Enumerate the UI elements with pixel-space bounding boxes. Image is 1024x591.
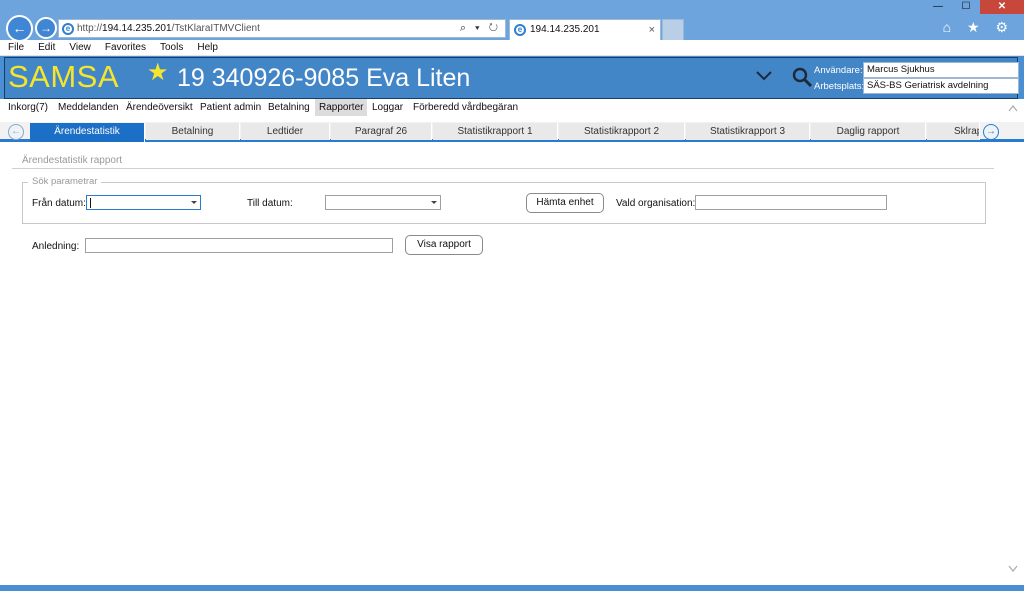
from-date-label: Från datum: [32, 198, 86, 209]
to-date-combo[interactable] [325, 195, 441, 210]
to-date-label: Till datum: [247, 198, 293, 209]
subtab-statistikrapport-3[interactable]: Statistikrapport 3 [686, 123, 810, 140]
scroll-up-icon[interactable] [1008, 104, 1018, 112]
maximize-button[interactable]: ☐ [953, 0, 979, 14]
address-tools-icons[interactable]: ⌕ ▾ ↻ [460, 20, 501, 37]
subtab-arendestatistik[interactable]: Ärendestatistik [30, 123, 145, 142]
browser-chrome: ← → e http://194.14.235.201/TstKlaraITMV… [0, 0, 1024, 42]
search-parameters-legend: Sök parametrar [28, 176, 102, 187]
user-label: Användare: [814, 65, 863, 76]
main-menu-forberedd-vardbegaran[interactable]: Förberedd vårdbegäran [409, 99, 522, 116]
user-field[interactable]: Marcus Sjukhus [863, 62, 1019, 78]
report-subtabs: ← Ärendestatistik Betalning Ledtider Par… [0, 122, 1024, 142]
from-date-combo[interactable] [86, 195, 201, 210]
address-scheme: http:// [77, 23, 103, 34]
menu-help[interactable]: Help [189, 40, 224, 55]
address-bar[interactable]: e http://194.14.235.201/TstKlaraITMVClie… [58, 19, 506, 38]
ie-icon: e [62, 23, 74, 35]
workplace-label: Arbetsplats: [814, 81, 865, 92]
browser-tab[interactable]: e 194.14.235.201 × [509, 19, 661, 40]
show-report-button[interactable]: Visa rapport [405, 235, 483, 255]
report-title: Ärendestatistik rapport [22, 155, 123, 166]
tab-ie-icon: e [514, 24, 526, 36]
chevron-down-icon[interactable] [191, 201, 197, 204]
title-divider [12, 168, 994, 169]
main-menu-meddelanden[interactable]: Meddelanden [54, 99, 123, 116]
main-menu-betalning[interactable]: Betalning [264, 99, 314, 116]
new-tab-button[interactable] [662, 19, 684, 40]
main-menu: Inkorg(7) Meddelanden Ärendeöversikt Pat… [0, 99, 1024, 116]
reason-label: Anledning: [32, 241, 80, 252]
main-pane: Inkorg(7) Meddelanden Ärendeöversikt Pat… [0, 99, 1024, 585]
main-menu-loggar[interactable]: Loggar [368, 99, 407, 116]
menu-favorites[interactable]: Favorites [97, 40, 152, 55]
browser-menubar: File Edit View Favorites Tools Help [0, 40, 1024, 56]
menu-edit[interactable]: Edit [30, 40, 61, 55]
selected-organisation-field[interactable] [695, 195, 887, 210]
tab-title: 194.14.235.201 [530, 24, 600, 35]
subtab-daglig-rapport[interactable]: Daglig rapport [811, 123, 926, 140]
main-menu-arendeoversikt[interactable]: Ärendeöversikt [122, 99, 197, 116]
chevron-down-icon[interactable] [431, 201, 437, 204]
main-menu-rapporter[interactable]: Rapporter [315, 99, 368, 116]
reason-field[interactable] [85, 238, 393, 253]
chevron-down-icon[interactable] [754, 66, 774, 86]
scroll-down-icon[interactable] [1008, 565, 1018, 573]
tab-close-icon[interactable]: × [649, 20, 655, 40]
subtab-paragraf-26[interactable]: Paragraf 26 [331, 123, 432, 140]
back-button[interactable]: ← [6, 15, 33, 42]
subtab-next-icon[interactable]: → [983, 124, 999, 140]
text-cursor [90, 198, 91, 208]
patient-title: 19 340926-9085 Eva Liten [177, 64, 471, 92]
app-header: SAMSA ★ 19 340926-9085 Eva Liten Använda… [4, 57, 1019, 99]
main-menu-inkorg[interactable]: Inkorg(7) [4, 99, 52, 116]
menu-file[interactable]: File [0, 40, 30, 55]
workplace-field[interactable]: SÄS-BS Geriatrisk avdelning [863, 78, 1019, 94]
address-path: /TstKlaraITMVClient [171, 23, 260, 34]
subtab-statistikrapport-2[interactable]: Statistikrapport 2 [559, 123, 685, 140]
subtab-sklrap[interactable]: Sklrap [927, 123, 980, 140]
search-icon[interactable] [791, 66, 813, 88]
subtab-prev-icon[interactable]: ← [8, 124, 24, 140]
menu-view[interactable]: View [61, 40, 97, 55]
subtab-betalning[interactable]: Betalning [146, 123, 240, 140]
selected-organisation-label: Vald organisation: [616, 198, 696, 209]
close-window-button[interactable]: ✕ [980, 0, 1024, 14]
app-logo: SAMSA [8, 59, 120, 94]
address-host: 194.14.235.201 [102, 23, 172, 34]
forward-button[interactable]: → [35, 17, 57, 39]
window-bottom-border [0, 585, 1024, 591]
subtab-statistikrapport-1[interactable]: Statistikrapport 1 [433, 123, 558, 140]
fetch-unit-button[interactable]: Hämta enhet [526, 193, 604, 213]
star-icon[interactable]: ★ [147, 58, 169, 87]
home-favorites-settings-icons[interactable]: ⌂ ★ ⚙ [943, 19, 1014, 36]
subtab-ledtider[interactable]: Ledtider [241, 123, 330, 140]
minimize-button[interactable]: — [925, 0, 951, 14]
menu-tools[interactable]: Tools [152, 40, 189, 55]
main-menu-patient-admin[interactable]: Patient admin [196, 99, 265, 116]
